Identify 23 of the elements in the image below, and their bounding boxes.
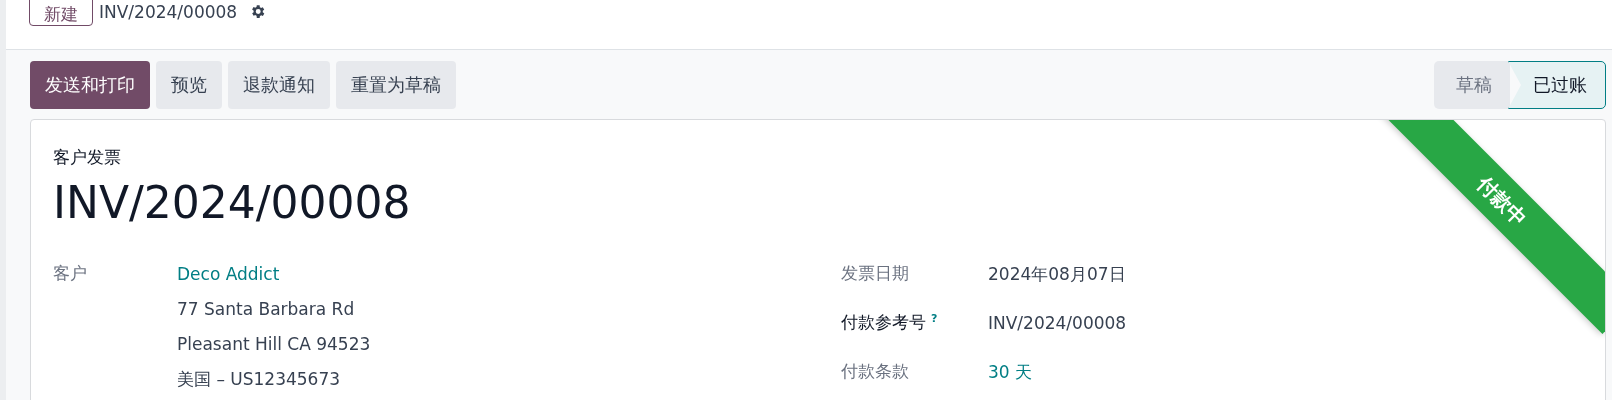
address-line: Pleasant Hill CA 94523 [177,333,372,356]
status-step[interactable]: 草稿 [1434,61,1510,109]
field-value: 2024年08月07日 [988,263,1127,286]
new-button[interactable]: 新建 [29,0,93,26]
action-button[interactable]: 重置为草稿 [336,61,456,109]
invoice-number: INV/2024/00008 [53,177,411,228]
field-link[interactable]: 30 天 [988,360,1127,385]
field-label: 付款条款 [841,361,909,381]
field-label: 发票日期 [841,263,909,283]
field-label: 客户 [53,262,88,285]
settings-icon[interactable] [249,3,267,20]
help-icon[interactable]: ? [931,311,938,325]
action-button[interactable]: 预览 [156,61,222,109]
address-line: 77 Santa Barbara Rd [177,298,356,321]
field-label: 付款参考号 [841,312,926,332]
action-button[interactable]: 发送和打印 [30,61,150,109]
action-button[interactable]: 退款通知 [228,61,330,109]
customer-link[interactable]: Deco Addict [177,262,841,287]
field-value: INV/2024/00008 [988,312,1127,335]
address-line: 美国 – US12345673 [177,368,342,391]
record-title: INV/2024/00008 [99,2,238,22]
status-step[interactable]: 已过账 [1508,61,1606,109]
document-type: 客户发票 [53,146,122,169]
